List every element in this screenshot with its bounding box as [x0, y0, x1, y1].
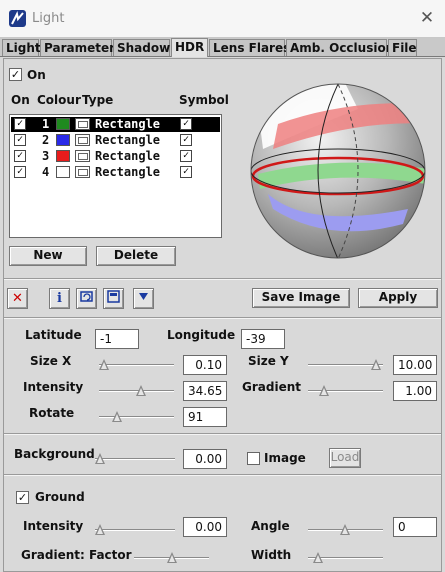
ground-intensity-input[interactable]: 0.00 [183, 517, 227, 537]
gradient-factor-slider[interactable] [134, 552, 209, 564]
list-item[interactable]: ✓ 3 Rectangle ✓ [11, 149, 220, 164]
tab-lens-flares[interactable]: Lens Flares [209, 39, 290, 56]
gradient-input[interactable]: 1.00 [393, 381, 437, 401]
light-number: 1 [42, 117, 50, 131]
intensity-input[interactable]: 34.65 [183, 381, 227, 401]
rotate-label: Rotate [29, 406, 75, 420]
list-header-symbol: Symbol [179, 93, 229, 107]
ground-intensity-slider[interactable] [95, 524, 175, 536]
size-x-input[interactable]: 0.10 [183, 355, 227, 375]
hdr-on-checkbox[interactable]: ✓ [9, 68, 22, 81]
angle-label: Angle [251, 519, 290, 533]
size-y-label: Size Y [248, 354, 289, 368]
lights-list[interactable]: ✓ 1 Rectangle ✓ ✓ 2 Rectangle ✓ ✓ 3 Rect… [9, 114, 222, 238]
divider [4, 474, 441, 476]
light-colour-swatch[interactable] [56, 166, 70, 178]
angle-slider[interactable] [308, 524, 383, 536]
hdr-panel: ✓ On On Colour Type Symbol ✓ 1 Rectangle… [3, 58, 442, 572]
app-icon [9, 10, 26, 27]
delete-icon[interactable]: ✕ [7, 288, 28, 309]
window-title: Light [32, 11, 65, 26]
rectangle-icon [75, 150, 90, 162]
gradient-slider[interactable] [308, 385, 383, 397]
title-bar [0, 0, 445, 38]
rectangle-icon [75, 166, 90, 178]
dropdown-arrow-icon[interactable] [133, 288, 154, 309]
background-input[interactable]: 0.00 [183, 449, 227, 469]
light-symbol-checkbox[interactable]: ✓ [180, 166, 192, 178]
background-label: Background [14, 447, 95, 461]
light-colour-swatch[interactable] [56, 150, 70, 162]
ground-intensity-label: Intensity [23, 519, 84, 533]
background-slider[interactable] [95, 453, 175, 465]
size-y-input[interactable]: 10.00 [393, 355, 437, 375]
hdr-on-label: On [27, 68, 46, 82]
rectangle-icon [75, 118, 90, 130]
tab-hdr[interactable]: HDR [171, 38, 208, 57]
gradient-factor-label: Gradient: Factor [21, 548, 132, 562]
load-button[interactable]: Load [329, 448, 361, 468]
size-x-slider[interactable] [99, 359, 174, 371]
size-y-slider[interactable] [308, 359, 383, 371]
list-item[interactable]: ✓ 4 Rectangle ✓ [11, 165, 220, 180]
light-number: 3 [42, 149, 50, 163]
ground-checkbox[interactable]: ✓ [16, 491, 29, 504]
new-button[interactable]: New [9, 246, 87, 266]
light-type: Rectangle [95, 149, 161, 163]
list-header-type: Type [82, 93, 114, 107]
reset-view-icon[interactable] [76, 288, 97, 309]
gradient-label: Gradient [242, 380, 301, 394]
image-label: Image [264, 451, 306, 465]
light-symbol-checkbox[interactable]: ✓ [180, 150, 192, 162]
light-type: Rectangle [95, 165, 161, 179]
light-number: 2 [42, 133, 50, 147]
info-icon[interactable]: i [49, 288, 70, 309]
save-image-button[interactable]: Save Image [252, 288, 350, 308]
light-type: Rectangle [95, 117, 161, 131]
light-type: Rectangle [95, 133, 161, 147]
list-item[interactable]: ✓ 1 Rectangle ✓ [11, 117, 220, 132]
light-on-checkbox[interactable]: ✓ [14, 118, 26, 130]
list-item[interactable]: ✓ 2 Rectangle ✓ [11, 133, 220, 148]
light-on-checkbox[interactable]: ✓ [14, 150, 26, 162]
size-x-label: Size X [30, 354, 72, 368]
light-symbol-checkbox[interactable]: ✓ [180, 118, 192, 130]
light-on-checkbox[interactable]: ✓ [14, 166, 26, 178]
divider [4, 317, 441, 319]
rectangle-icon [75, 134, 90, 146]
latitude-input[interactable]: -1 [95, 329, 139, 349]
rotate-slider[interactable] [99, 411, 174, 423]
hdr-sphere-preview[interactable] [238, 69, 438, 269]
latitude-label: Latitude [25, 328, 82, 342]
light-number: 4 [42, 165, 50, 179]
intensity-slider[interactable] [99, 385, 174, 397]
light-colour-swatch[interactable] [56, 118, 70, 130]
tab-parameter[interactable]: Parameter [40, 39, 115, 56]
list-header-on: On [11, 93, 30, 107]
tab-file[interactable]: File [388, 39, 417, 56]
tab-light[interactable]: Light [2, 39, 41, 56]
close-icon[interactable]: ✕ [418, 9, 436, 27]
tab-shadow[interactable]: Shadow [113, 39, 170, 56]
image-checkbox[interactable] [247, 452, 260, 465]
tab-bar: Light Parameter Shadow HDR Lens Flares A… [0, 38, 445, 57]
delete-button[interactable]: Delete [96, 246, 176, 266]
light-on-checkbox[interactable]: ✓ [14, 134, 26, 146]
divider [4, 278, 441, 280]
width-label: Width [251, 548, 292, 562]
longitude-input[interactable]: -39 [241, 329, 285, 349]
window-layout-icon[interactable] [103, 288, 124, 309]
light-colour-swatch[interactable] [56, 134, 70, 146]
longitude-label: Longitude [167, 328, 236, 342]
divider [4, 433, 441, 435]
width-slider[interactable] [308, 552, 383, 564]
list-header-colour: Colour [37, 93, 81, 107]
ground-label: Ground [35, 490, 85, 504]
apply-button[interactable]: Apply [358, 288, 438, 308]
intensity-label: Intensity [23, 380, 84, 394]
rotate-input[interactable]: 91 [183, 407, 227, 427]
tab-amb-occlusion[interactable]: Amb. Occlusion [286, 39, 394, 56]
light-symbol-checkbox[interactable]: ✓ [180, 134, 192, 146]
angle-input[interactable]: 0 [393, 517, 437, 537]
